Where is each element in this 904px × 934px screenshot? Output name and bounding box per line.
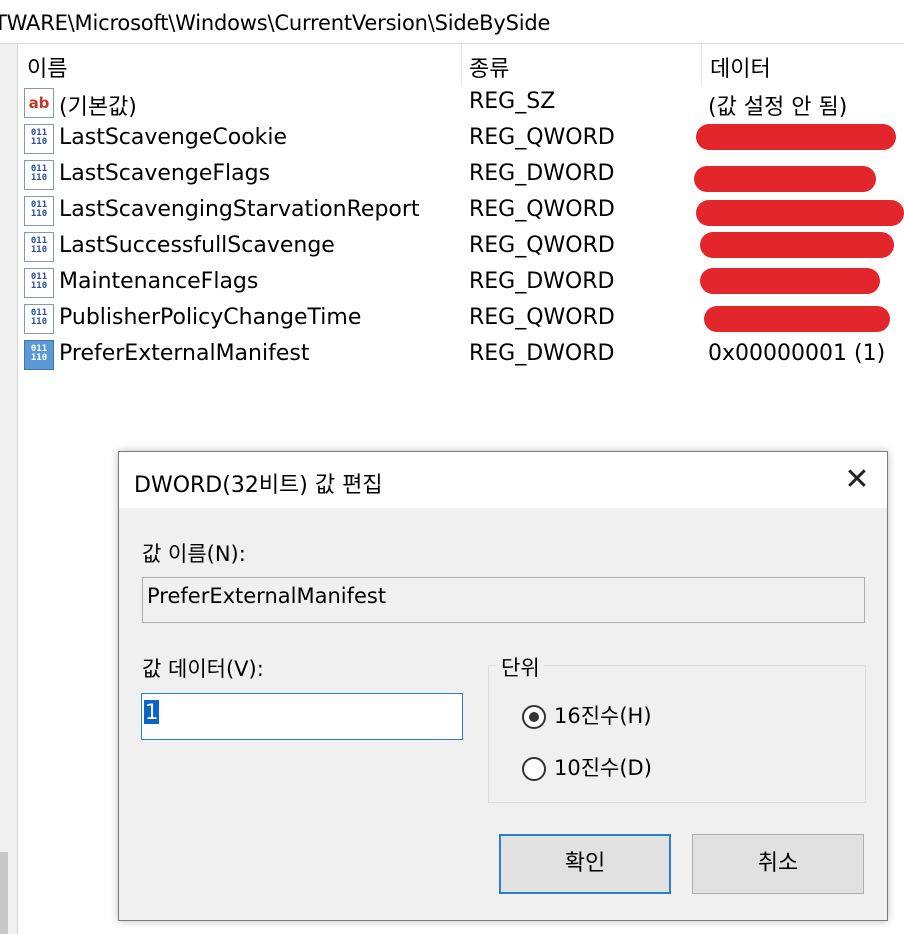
binary-value-icon: 011 110: [24, 340, 54, 370]
dialog-title-bar[interactable]: DWORD(32비트) 값 편집 ✕: [119, 452, 887, 508]
redaction-mark: [704, 306, 890, 332]
value-type: REG_QWORD: [469, 233, 615, 258]
close-icon[interactable]: ✕: [835, 460, 879, 500]
value-type: REG_QWORD: [469, 197, 615, 222]
redaction-mark: [696, 124, 896, 150]
radio-hex[interactable]: 16진수(H): [522, 700, 652, 730]
redaction-mark: [694, 166, 876, 192]
column-separator[interactable]: [701, 44, 702, 86]
column-data-header[interactable]: 데이터: [710, 51, 771, 83]
column-separator[interactable]: [461, 44, 462, 86]
list-item[interactable]: ab (기본값) REG_SZ (값 설정 안 됨): [18, 86, 904, 122]
binary-value-icon: 011 110: [24, 196, 54, 226]
value-name: (기본값): [59, 95, 137, 120]
column-type-header[interactable]: 종류: [469, 51, 509, 83]
ok-button[interactable]: 확인: [499, 834, 671, 894]
binary-value-icon: 011 110: [24, 268, 54, 298]
value-data-text: 1: [144, 700, 160, 724]
value-type: REG_QWORD: [469, 305, 615, 330]
base-groupbox: [488, 665, 866, 803]
value-type: REG_QWORD: [469, 125, 615, 150]
value-type: REG_DWORD: [469, 341, 615, 366]
binary-value-icon: 011 110: [24, 124, 54, 154]
edit-dword-dialog: DWORD(32비트) 값 편집 ✕ 값 이름(N): PreferExtern…: [118, 451, 888, 921]
address-bar[interactable]: TWARE\Microsoft\Windows\CurrentVersion\S…: [0, 0, 904, 44]
value-type: REG_DWORD: [469, 269, 615, 294]
value-name: LastScavengingStarvationReport: [59, 197, 420, 222]
radio-dec[interactable]: 10진수(D): [522, 752, 652, 782]
address-path: TWARE\Microsoft\Windows\CurrentVersion\S…: [0, 11, 551, 35]
column-name-header[interactable]: 이름: [27, 51, 67, 83]
value-name: LastScavengeFlags: [59, 161, 271, 186]
value-name: MaintenanceFlags: [59, 269, 259, 294]
binary-value-icon: 011 110: [24, 304, 54, 334]
string-value-icon: ab: [24, 88, 54, 118]
radio-dec-label: 10진수(D): [554, 756, 652, 780]
column-header: 이름 종류 데이터: [18, 44, 904, 86]
value-name: LastSuccessfullScavenge: [59, 233, 335, 258]
dialog-title: DWORD(32비트) 값 편집: [134, 473, 383, 498]
value-name-text: PreferExternalManifest: [147, 584, 387, 608]
radio-selected-icon: [522, 705, 546, 729]
redaction-mark: [700, 268, 880, 294]
value-name: PublisherPolicyChangeTime: [59, 305, 362, 330]
value-name-label: 값 이름(N):: [142, 542, 246, 566]
binary-value-icon: 011 110: [24, 232, 54, 262]
value-name: PreferExternalManifest: [59, 341, 310, 366]
value-name-field: PreferExternalManifest: [142, 577, 865, 623]
value-data: 0x00000001 (1): [708, 341, 886, 366]
value-data: (값 설정 안 됨): [708, 95, 848, 120]
value-name: LastScavengeCookie: [59, 125, 288, 150]
value-data-input[interactable]: 1: [141, 693, 463, 740]
cancel-button[interactable]: 취소: [692, 834, 864, 894]
value-type: REG_SZ: [469, 89, 556, 114]
redaction-mark: [696, 200, 904, 226]
value-data-label: 값 데이터(V):: [142, 657, 264, 681]
redaction-mark: [700, 232, 894, 258]
value-type: REG_DWORD: [469, 161, 615, 186]
tree-pane-edge: [0, 44, 18, 934]
base-group-label: 단위: [497, 652, 544, 682]
radio-hex-label: 16진수(H): [554, 704, 652, 728]
list-item[interactable]: 011 110 PreferExternalManifest REG_DWORD …: [18, 338, 904, 374]
binary-value-icon: 011 110: [24, 160, 54, 190]
tree-scrollbar[interactable]: [0, 852, 8, 934]
radio-unselected-icon: [522, 757, 546, 781]
